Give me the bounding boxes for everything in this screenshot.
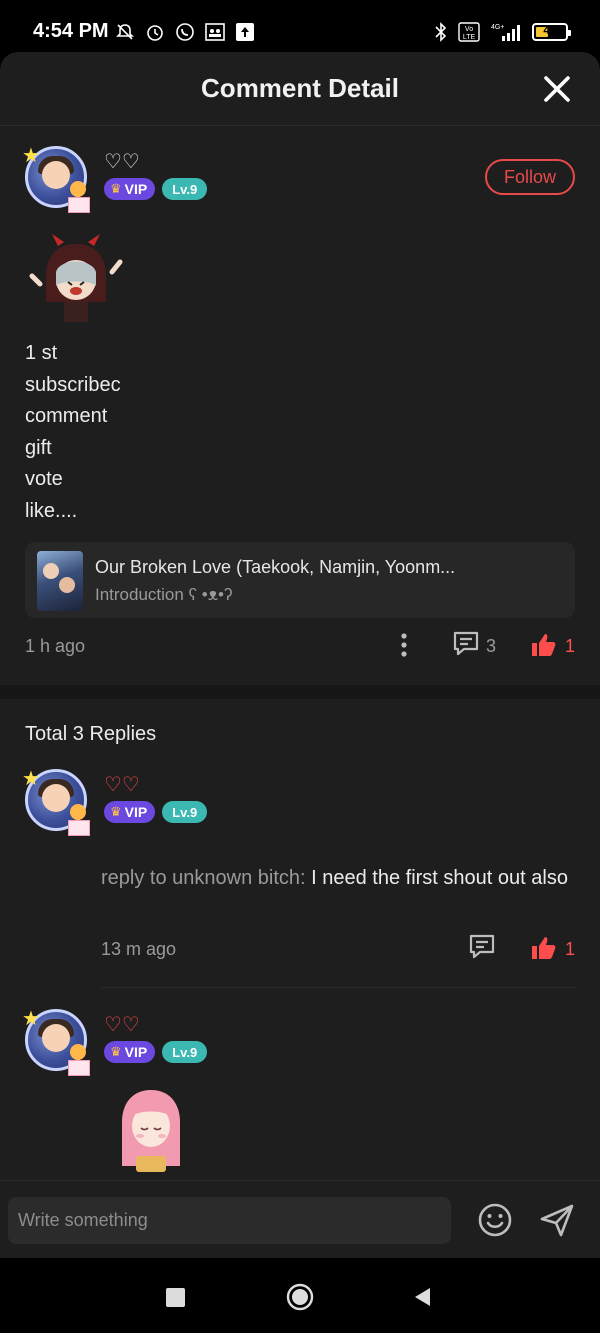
reply-text: reply to unknown bitch: I need the first… bbox=[101, 862, 571, 894]
user-badges: ♛ VIP Lv.9 bbox=[104, 801, 208, 823]
alarm-icon bbox=[147, 25, 163, 41]
divider bbox=[101, 987, 575, 988]
comment-line: subscribec bbox=[25, 373, 121, 396]
vip-badge: ♛ VIP bbox=[104, 178, 156, 200]
level-badge: Lv.9 bbox=[162, 178, 208, 200]
book-title: Our Broken Love (Taekook, Namjin, Yoonm.… bbox=[95, 557, 456, 577]
vip-badge: ♛ VIP bbox=[104, 801, 156, 823]
username[interactable]: ♡♡ bbox=[104, 149, 140, 174]
recents-icon[interactable] bbox=[166, 1288, 185, 1307]
like-icon[interactable] bbox=[530, 935, 556, 961]
reply-icon[interactable] bbox=[452, 630, 480, 658]
svg-text:Vo: Vo bbox=[465, 26, 473, 33]
battery-icon: 42 bbox=[532, 23, 571, 41]
devil-girl-sticker bbox=[29, 234, 123, 322]
user-badges: ♛ VIP Lv.9 bbox=[104, 178, 208, 200]
total-replies-heading: Total 3 Replies bbox=[25, 723, 157, 745]
comment-line: comment bbox=[25, 405, 108, 428]
comment-input-bar bbox=[0, 1180, 600, 1258]
close-icon[interactable] bbox=[540, 72, 574, 106]
level-badge: Lv.9 bbox=[162, 1041, 208, 1063]
send-icon[interactable] bbox=[539, 1202, 575, 1238]
comment-text: 1 st subscribec comment gift vote like..… bbox=[25, 338, 121, 528]
pink-hair-girl-sticker bbox=[122, 1090, 180, 1172]
mute-bell-icon bbox=[116, 24, 134, 40]
crown-icon: ♛ bbox=[110, 181, 122, 196]
comment-line: like.... bbox=[25, 499, 78, 522]
comment-timestamp: 1 h ago bbox=[25, 636, 86, 656]
reply-username[interactable]: ♡♡ bbox=[104, 772, 140, 797]
upload-icon bbox=[236, 23, 254, 41]
comment-line: gift bbox=[25, 436, 52, 459]
section-divider bbox=[0, 685, 600, 699]
crown-icon: ♛ bbox=[110, 804, 122, 819]
vip-label: VIP bbox=[124, 804, 148, 820]
reply-to-prefix[interactable]: reply to unknown bitch: bbox=[101, 867, 306, 889]
reply-username[interactable]: ♡♡ bbox=[104, 1012, 140, 1037]
book-card[interactable]: Our Broken Love (Taekook, Namjin, Yoonm.… bbox=[25, 542, 575, 618]
emoji-icon[interactable] bbox=[477, 1202, 513, 1238]
signal-icon: 4G+ bbox=[491, 24, 520, 41]
whatsapp-icon bbox=[176, 23, 194, 41]
crown-icon: ♛ bbox=[110, 1044, 122, 1059]
group-icon bbox=[205, 23, 225, 41]
book-intro: Introduction ʕ •ᴥ•ʔ bbox=[95, 585, 233, 604]
status-icons-right: Vo LTE 4G+ 42 bbox=[434, 22, 571, 42]
like-count: 1 bbox=[565, 939, 576, 959]
back-icon[interactable] bbox=[412, 1286, 432, 1308]
level-badge: Lv.9 bbox=[162, 801, 208, 823]
follow-button[interactable]: Follow bbox=[485, 159, 575, 195]
svg-text:LTE: LTE bbox=[463, 34, 476, 41]
bluetooth-icon bbox=[435, 22, 447, 42]
comment-input[interactable] bbox=[8, 1197, 451, 1244]
more-options-icon[interactable] bbox=[396, 632, 412, 658]
comment-sheet: Comment Detail ★ ♡♡ ♛ VIP Lv.9 Follow 1 s… bbox=[0, 52, 600, 1258]
status-bar: 4:54 PM Vo LTE 4G+ 42 bbox=[0, 0, 600, 60]
status-time: 4:54 PM bbox=[33, 20, 109, 42]
sheet-header: Comment Detail bbox=[0, 52, 600, 126]
status-icons-left bbox=[115, 22, 255, 42]
battery-label: 42 bbox=[543, 23, 557, 37]
reply-icon[interactable] bbox=[468, 933, 496, 961]
vip-label: VIP bbox=[124, 181, 148, 197]
avatar[interactable]: ★ bbox=[22, 1008, 90, 1076]
reply-count: 3 bbox=[486, 636, 497, 656]
comment-line: 1 st bbox=[25, 342, 58, 364]
like-count: 1 bbox=[565, 636, 576, 656]
vip-label: VIP bbox=[124, 1044, 148, 1060]
svg-text:4G+: 4G+ bbox=[491, 24, 504, 31]
avatar[interactable]: ★ bbox=[22, 768, 90, 836]
comment-line: vote bbox=[25, 468, 63, 491]
like-icon[interactable] bbox=[530, 632, 556, 658]
vip-badge: ♛ VIP bbox=[104, 1041, 156, 1063]
reply-timestamp: 13 m ago bbox=[101, 939, 177, 959]
reply-body: I need the first shout out also bbox=[305, 867, 568, 889]
page-title: Comment Detail bbox=[201, 73, 399, 103]
navigation-bar bbox=[0, 1258, 600, 1333]
battery-tip bbox=[568, 30, 571, 36]
book-cover bbox=[37, 551, 83, 611]
avatar[interactable]: ★ bbox=[22, 145, 90, 213]
volte-icon: VoLTE bbox=[458, 22, 480, 42]
home-icon[interactable] bbox=[286, 1283, 314, 1311]
user-badges: ♛ VIP Lv.9 bbox=[104, 1041, 208, 1063]
